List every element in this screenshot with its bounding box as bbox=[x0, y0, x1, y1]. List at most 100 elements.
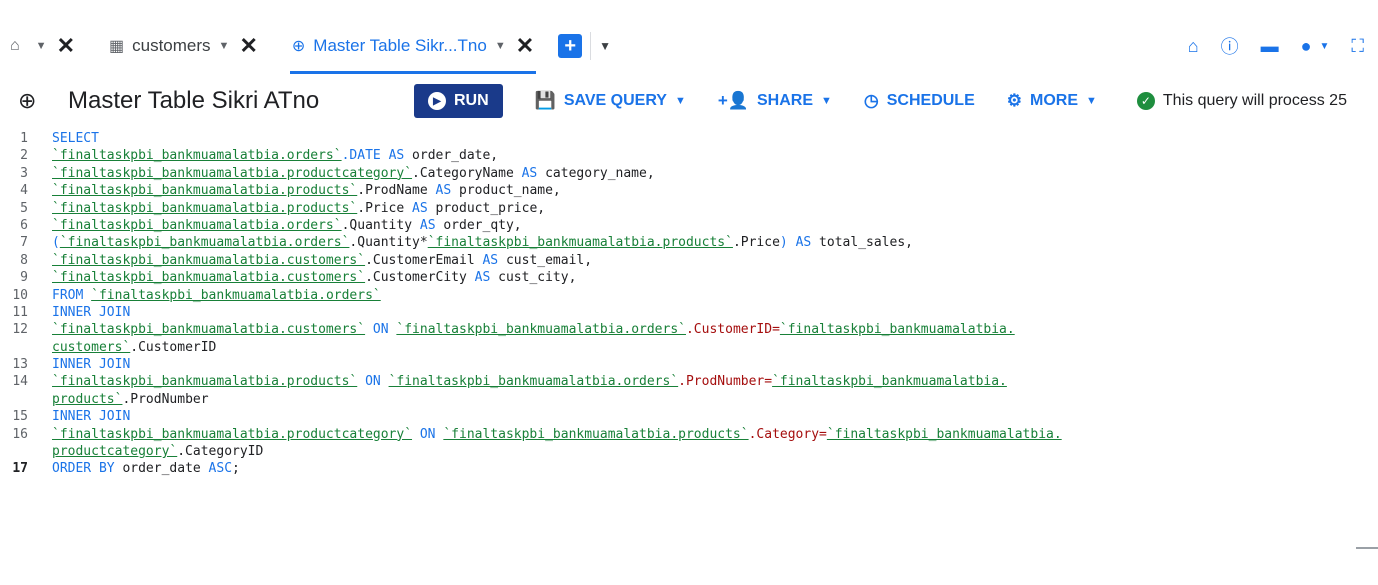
code-text[interactable]: `finaltaskpbi_bankmuamalatbia.products`.… bbox=[52, 200, 545, 217]
code-line[interactable]: 4 `finaltaskpbi_bankmuamalatbia.products`… bbox=[0, 182, 1378, 199]
code-text[interactable]: (`finaltaskpbi_bankmuamalatbia.orders`.Q… bbox=[52, 234, 913, 251]
table-reference: `finaltaskpbi_bankmuamalatbia.products` bbox=[427, 235, 733, 251]
code-text[interactable]: customers`.CustomerID bbox=[52, 339, 216, 356]
fullscreen-icon[interactable]: ⛶ bbox=[1351, 36, 1364, 57]
sql-token: .ProdName bbox=[357, 183, 436, 199]
code-text[interactable]: `finaltaskpbi_bankmuamalatbia.customers`… bbox=[52, 269, 576, 286]
code-line[interactable]: 5 `finaltaskpbi_bankmuamalatbia.products`… bbox=[0, 200, 1378, 217]
table-reference: `finaltaskpbi_bankmuamalatbia. bbox=[826, 426, 1062, 442]
chevron-down-icon[interactable]: ▼ bbox=[219, 40, 230, 52]
code-text[interactable]: INNER JOIN bbox=[52, 408, 130, 425]
more-button[interactable]: ⚙ MORE ▼ bbox=[1007, 91, 1097, 111]
code-text[interactable]: `finaltaskpbi_bankmuamalatbia.orders`.Qu… bbox=[52, 217, 522, 234]
code-line[interactable]: 14 `finaltaskpbi_bankmuamalatbia.products… bbox=[0, 373, 1378, 390]
line-number: 8 bbox=[20, 252, 28, 268]
line-number: 1 bbox=[20, 131, 28, 146]
line-number: 5 bbox=[20, 200, 28, 216]
table-icon: ▦ bbox=[109, 38, 125, 55]
code-text[interactable]: `finaltaskpbi_bankmuamalatbia.productcat… bbox=[52, 165, 655, 182]
code-line[interactable]: 1 SELECT bbox=[0, 130, 1378, 147]
code-text[interactable]: `finaltaskpbi_bankmuamalatbia.orders`.DA… bbox=[52, 147, 498, 164]
new-tab-button[interactable]: + bbox=[558, 34, 583, 58]
chevron-down-icon[interactable]: ▼ bbox=[495, 40, 506, 52]
close-icon[interactable]: ✕ bbox=[57, 33, 75, 59]
share-button[interactable]: +👤 SHARE ▼ bbox=[718, 91, 832, 111]
code-line[interactable]: 3 `finaltaskpbi_bankmuamalatbia.productca… bbox=[0, 165, 1378, 182]
line-number: 17 bbox=[12, 461, 28, 477]
home-icon[interactable]: ⌂ bbox=[1188, 36, 1199, 57]
sql-token: .CustomerEmail bbox=[365, 252, 483, 268]
save-query-button[interactable]: 💾 SAVE QUERY ▼ bbox=[535, 91, 686, 111]
line-number: 2 bbox=[20, 148, 28, 164]
code-line[interactable]: 2 `finaltaskpbi_bankmuamalatbia.orders`.D… bbox=[0, 147, 1378, 164]
home-icon: ⌂ bbox=[10, 37, 20, 54]
tab-label: customers bbox=[132, 36, 211, 55]
query-icon: ⊕ bbox=[18, 88, 37, 113]
code-text[interactable]: ORDER BY order_date ASC; bbox=[52, 460, 240, 477]
sql-token: ; bbox=[232, 461, 240, 477]
sql-keyword: INNER JOIN bbox=[52, 409, 131, 425]
lightbulb-icon[interactable]: ● ▼ bbox=[1301, 36, 1330, 57]
keyboard-icon[interactable]: ▬ bbox=[1261, 36, 1279, 57]
table-reference: `finaltaskpbi_bankmuamalatbia.customers` bbox=[52, 322, 366, 338]
sql-keyword: .DATE bbox=[341, 148, 389, 164]
code-text[interactable]: `finaltaskpbi_bankmuamalatbia.productcat… bbox=[52, 426, 1062, 443]
run-button[interactable]: ▶ RUN bbox=[414, 84, 503, 118]
sql-token: .CategoryID bbox=[177, 444, 264, 460]
query-title: Master Table Sikri ATno bbox=[68, 87, 320, 114]
status-text: This query will process 25 bbox=[1162, 92, 1347, 109]
code-text[interactable]: productcategory`.CategoryID bbox=[52, 443, 263, 460]
code-text[interactable]: FROM `finaltaskpbi_bankmuamalatbia.order… bbox=[52, 287, 381, 304]
code-line[interactable]: 11 INNER JOIN bbox=[0, 304, 1378, 321]
code-text[interactable]: `finaltaskpbi_bankmuamalatbia.customers`… bbox=[52, 321, 1015, 338]
code-line[interactable]: customers`.CustomerID bbox=[0, 339, 1378, 356]
code-text[interactable]: `finaltaskpbi_bankmuamalatbia.customers`… bbox=[52, 252, 592, 269]
chevron-down-icon[interactable]: ▼ bbox=[36, 40, 47, 52]
code-text[interactable]: `finaltaskpbi_bankmuamalatbia.products` … bbox=[52, 373, 1007, 390]
schedule-button[interactable]: ◷ SCHEDULE bbox=[864, 91, 975, 111]
close-icon[interactable]: ✕ bbox=[516, 33, 534, 59]
code-line[interactable]: 8 `finaltaskpbi_bankmuamalatbia.customers… bbox=[0, 252, 1378, 269]
code-text[interactable]: INNER JOIN bbox=[52, 356, 130, 373]
new-tab-dropdown[interactable]: ▼ bbox=[590, 32, 611, 60]
sql-keyword: ASC bbox=[208, 461, 233, 477]
save-label: SAVE QUERY bbox=[563, 92, 667, 109]
table-reference: `finaltaskpbi_bankmuamalatbia.productcat… bbox=[52, 165, 413, 181]
chevron-down-icon: ▼ bbox=[1319, 40, 1330, 52]
code-text[interactable]: `finaltaskpbi_bankmuamalatbia.products`.… bbox=[52, 182, 561, 199]
code-text[interactable]: SELECT bbox=[52, 130, 99, 147]
gear-icon: ⚙ bbox=[1006, 91, 1022, 110]
tab-customers[interactable]: ▦ customers ▼ ✕ bbox=[99, 18, 268, 74]
code-line[interactable]: 12 `finaltaskpbi_bankmuamalatbia.customer… bbox=[0, 321, 1378, 338]
sql-keyword: ) bbox=[779, 235, 788, 251]
code-line[interactable]: 17 ORDER BY order_date ASC; bbox=[0, 460, 1378, 477]
sql-keyword: ON bbox=[357, 374, 389, 390]
sql-keyword: AS bbox=[521, 165, 538, 181]
code-text[interactable]: products`.ProdNumber bbox=[52, 391, 209, 408]
info-icon[interactable]: ⓘ bbox=[1221, 33, 1239, 59]
scrollbar-marker[interactable] bbox=[1356, 547, 1378, 549]
table-reference: `finaltaskpbi_bankmuamalatbia.customers` bbox=[52, 252, 366, 268]
tab-master-table[interactable]: ⊕ Master Table Sikr...Tno ▼ ✕ bbox=[282, 18, 544, 74]
code-line[interactable]: 13 INNER JOIN bbox=[0, 356, 1378, 373]
sql-editor[interactable]: 1 SELECT 2 `finaltaskpbi_bankmuamalatbia.or… bbox=[0, 130, 1378, 585]
code-line[interactable]: 10 FROM `finaltaskpbi_bankmuamalatbia.ord… bbox=[0, 287, 1378, 304]
sql-keyword: ORDER BY bbox=[52, 461, 115, 477]
code-line[interactable]: 9 `finaltaskpbi_bankmuamalatbia.customers… bbox=[0, 269, 1378, 286]
code-line[interactable]: 16 `finaltaskpbi_bankmuamalatbia.productc… bbox=[0, 426, 1378, 443]
code-line[interactable]: 7 (`finaltaskpbi_bankmuamalatbia.orders`.… bbox=[0, 234, 1378, 251]
code-line[interactable]: 6 `finaltaskpbi_bankmuamalatbia.orders`.Q… bbox=[0, 217, 1378, 234]
code-line[interactable]: 15 INNER JOIN bbox=[0, 408, 1378, 425]
code-text[interactable]: INNER JOIN bbox=[52, 304, 130, 321]
sql-token: .CustomerCity bbox=[365, 270, 475, 286]
code-line[interactable]: products`.ProdNumber bbox=[0, 391, 1378, 408]
close-icon[interactable]: ✕ bbox=[239, 33, 257, 59]
query-toolbar: ⊕ Master Table Sikri ATno ▶ RUN 💾 SAVE Q… bbox=[0, 78, 1378, 124]
tab-home[interactable]: ⌂ ▼ ✕ bbox=[0, 18, 85, 74]
line-number bbox=[0, 339, 52, 356]
more-label: MORE bbox=[1030, 92, 1078, 109]
code-line[interactable]: productcategory`.CategoryID bbox=[0, 443, 1378, 460]
line-number: 12 bbox=[12, 322, 28, 338]
sql-token: .CategoryName bbox=[412, 165, 522, 181]
table-reference: `finaltaskpbi_bankmuamalatbia.orders` bbox=[52, 217, 342, 233]
